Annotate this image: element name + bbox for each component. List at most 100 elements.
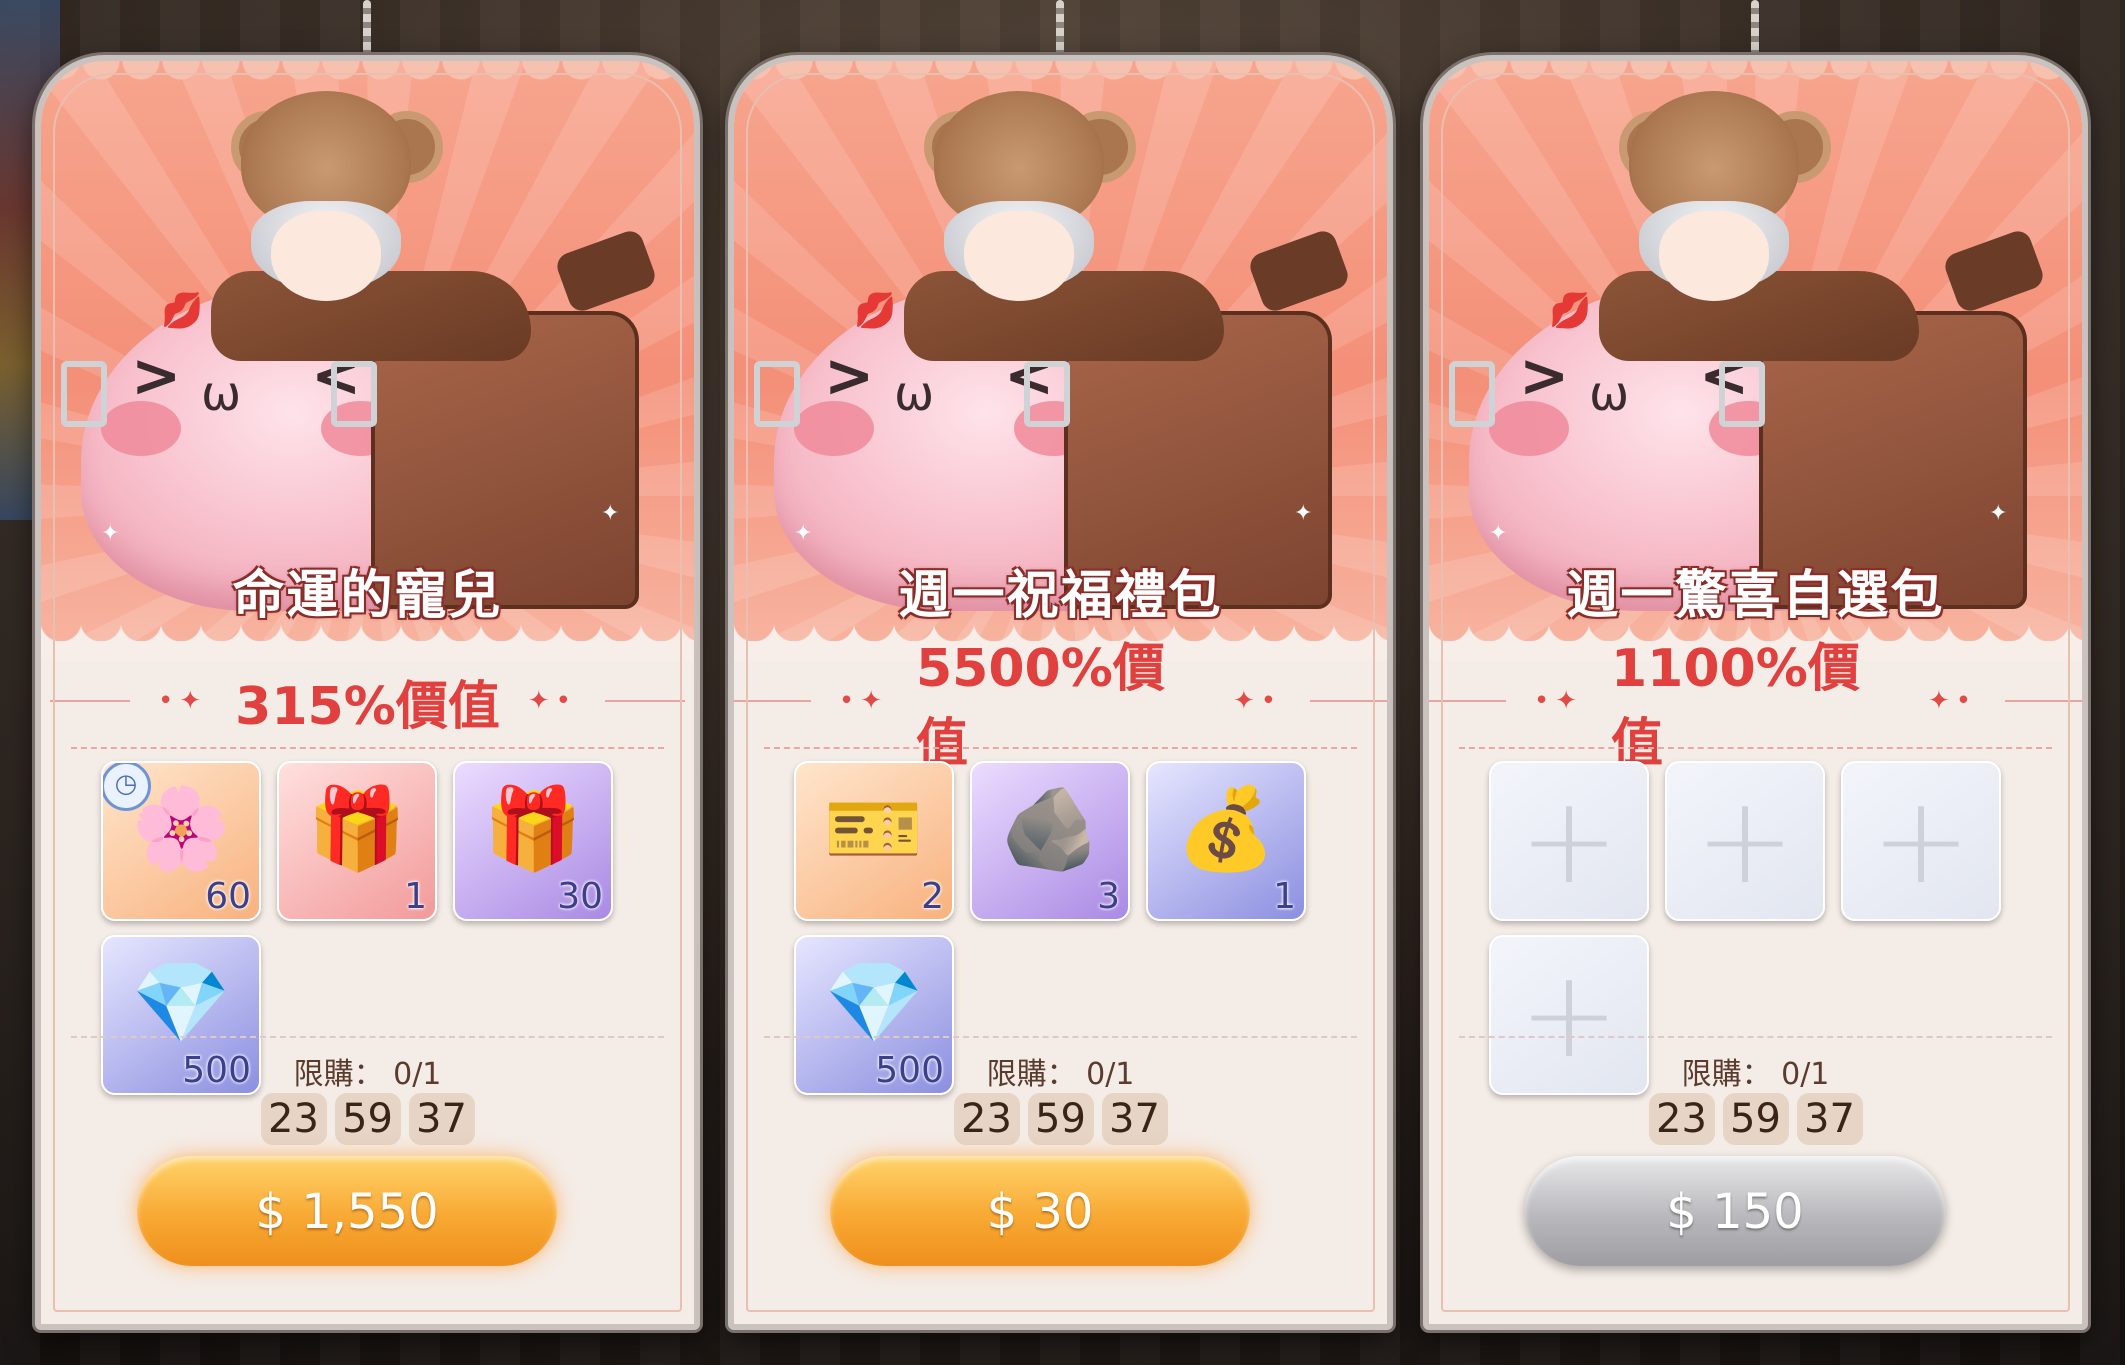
scallop-trim <box>1429 61 2082 91</box>
divider <box>1459 1036 2052 1038</box>
girl-coat <box>904 271 1224 361</box>
buckle <box>331 361 377 427</box>
empty-item-slot[interactable]: + <box>1841 761 2001 921</box>
gift-box-icon: 🎁 <box>307 782 407 875</box>
pack-card: 💋 > < ω ✦ ✦ <box>35 55 700 1330</box>
pack-value: 315%價值 <box>235 676 500 737</box>
buy-button[interactable]: $ 1,550 <box>137 1156 557 1266</box>
diamond-icon: 💎 <box>131 956 231 1049</box>
divider <box>734 700 811 702</box>
closed-eye-icon: > <box>1519 341 1570 411</box>
buckle <box>1719 361 1765 427</box>
timer-seconds: 37 <box>1101 1093 1168 1145</box>
add-slot-icon: + <box>1694 771 1796 911</box>
rose-petal-icon: 🌸 <box>131 782 231 875</box>
timer-hours: 23 <box>953 1093 1020 1145</box>
buckle <box>754 361 800 427</box>
sparkle-icon: •✦ <box>838 686 888 716</box>
divider <box>764 1036 1357 1038</box>
item-slot[interactable]: 🎁 1 <box>277 761 437 921</box>
item-quantity: 2 <box>921 876 944 917</box>
sparkle-icon: ✦ <box>794 521 813 546</box>
item-slot[interactable]: 🪨 3 <box>970 761 1130 921</box>
sparkle-icon: ✦ <box>1489 521 1508 546</box>
value-row: •✦ 315%價值 ✦• <box>41 666 694 737</box>
sparkle-icon: •✦ <box>158 686 208 716</box>
buckle <box>1449 361 1495 427</box>
divider <box>71 747 664 749</box>
item-grid: + + + + <box>1489 761 2029 1095</box>
timer-hours: 23 <box>260 1093 327 1145</box>
gift-pile-icon: 🎁 <box>483 782 583 875</box>
boot <box>1246 227 1352 315</box>
item-slot[interactable]: 🎁 30 <box>453 761 613 921</box>
item-quantity: 30 <box>557 876 603 917</box>
boot <box>553 227 659 315</box>
divider <box>1429 700 1506 702</box>
girl-face <box>1659 211 1769 301</box>
boot <box>1941 227 2047 315</box>
value-row: •✦ 1100%價值 ✦• <box>1429 639 2082 774</box>
countdown-timer: 23 59 37 <box>41 1093 694 1145</box>
item-slot[interactable]: 💰 1 <box>1146 761 1306 921</box>
sparkle-icon: ✦ <box>1989 501 2008 526</box>
pack-title: 週一驚喜自選包 <box>1566 566 1945 626</box>
countdown-timer: 23 59 37 <box>1429 1093 2082 1145</box>
value-row: •✦ 5500%價值 ✦• <box>734 639 1387 774</box>
scallop-trim <box>734 61 1387 91</box>
item-quantity: 1 <box>404 876 427 917</box>
buy-button[interactable]: $ 150 <box>1525 1156 1945 1266</box>
kiss-mark-icon: 💋 <box>854 291 897 331</box>
mouth: ω <box>894 366 935 422</box>
shard-icon: 🪨 <box>1000 782 1100 875</box>
sparkle-icon: ✦• <box>1928 686 1978 716</box>
treasure-chest-icon: 💰 <box>1176 782 1276 875</box>
purchase-limit: 限購： 0/1 <box>293 1057 442 1092</box>
card-hanger-chain <box>1751 0 1759 60</box>
girl-face <box>964 211 1074 301</box>
card-hanger-chain <box>1056 0 1064 60</box>
purchase-limit: 限購： 0/1 <box>1681 1057 1830 1092</box>
mouth: ω <box>201 366 242 422</box>
divider <box>1310 700 1387 702</box>
sparkle-icon: ✦• <box>1233 686 1283 716</box>
buckle <box>61 361 107 427</box>
empty-item-slot[interactable]: + <box>1489 761 1649 921</box>
pack-card: 💋 > < ω ✦ ✦ <box>728 55 1393 1330</box>
closed-eye-icon: > <box>824 341 875 411</box>
buckle <box>1024 361 1070 427</box>
item-quantity: 1 <box>1273 876 1296 917</box>
scallop-trim <box>41 61 694 91</box>
divider <box>2005 700 2082 702</box>
timer-minutes: 59 <box>1722 1093 1789 1145</box>
pack-card: 💋 > < ω ✦ ✦ <box>1423 55 2088 1330</box>
card-frame: 💋 > < ω ✦ ✦ <box>728 55 1393 1330</box>
card-frame: 💋 > < ω ✦ ✦ <box>35 55 700 1330</box>
item-quantity: 60 <box>205 876 251 917</box>
timer-hours: 23 <box>1648 1093 1715 1145</box>
pack-value: 5500%價值 <box>915 639 1165 774</box>
purchase-limit: 限購： 0/1 <box>986 1057 1135 1092</box>
pack-value: 1100%價值 <box>1610 639 1860 774</box>
closed-eye-icon: > <box>131 341 182 411</box>
pack-title: 週一祝福禮包 <box>898 566 1223 626</box>
buy-button[interactable]: $ 30 <box>830 1156 1250 1266</box>
sparkle-icon: ✦ <box>601 501 620 526</box>
sparkle-icon: ✦ <box>101 521 120 546</box>
divider <box>764 747 1357 749</box>
sparkle-icon: ✦• <box>527 686 577 716</box>
item-slot[interactable]: 🎫 2 <box>794 761 954 921</box>
kiss-mark-icon: 💋 <box>161 291 204 331</box>
empty-item-slot[interactable]: + <box>1665 761 1825 921</box>
add-slot-icon: + <box>1518 771 1620 911</box>
item-grid: 🎫 2 🪨 3 💰 1 💎 500 <box>794 761 1334 1095</box>
sparkle-icon: ✦ <box>1294 501 1313 526</box>
timer-seconds: 37 <box>408 1093 475 1145</box>
card-frame: 💋 > < ω ✦ ✦ <box>1423 55 2088 1330</box>
divider <box>71 1036 664 1038</box>
item-grid: ◷ 🌸 60 🎁 1 🎁 30 💎 500 <box>101 761 641 1095</box>
divider <box>604 700 685 702</box>
item-slot[interactable]: ◷ 🌸 60 <box>101 761 261 921</box>
divider <box>50 700 131 702</box>
diamond-icon: 💎 <box>824 956 924 1049</box>
